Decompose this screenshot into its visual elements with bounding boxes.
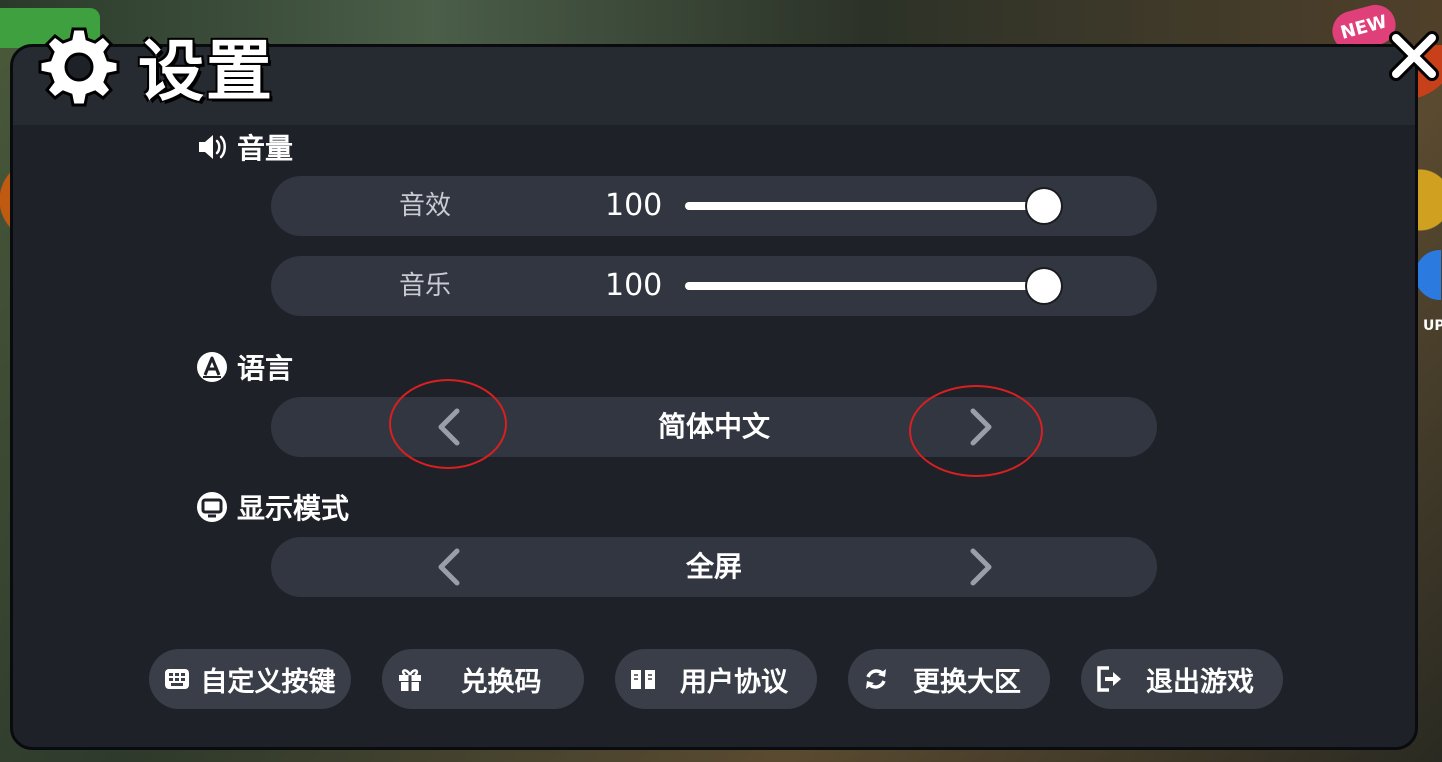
volume-label: 音量 bbox=[237, 132, 294, 165]
language-value: 简体中文 bbox=[657, 410, 770, 443]
background-up-text: UP bbox=[1423, 318, 1442, 334]
exit-game-label: 退出游戏 bbox=[1146, 666, 1254, 698]
music-label: 音乐 bbox=[399, 271, 452, 301]
display-mode-selector: 全屏 bbox=[271, 537, 1157, 597]
chevron-right-icon bbox=[970, 408, 992, 446]
sfx-slider-track[interactable] bbox=[685, 202, 1043, 210]
monitor-icon bbox=[197, 492, 227, 522]
change-region-button[interactable]: 更换大区 bbox=[848, 649, 1050, 709]
exit-game-button[interactable]: 退出游戏 bbox=[1081, 649, 1283, 709]
keyboard-icon bbox=[165, 669, 189, 689]
chevron-right-icon bbox=[970, 548, 992, 586]
gift-icon bbox=[399, 669, 421, 691]
custom-keys-button[interactable]: 自定义按键 bbox=[149, 649, 351, 709]
music-slider-track[interactable] bbox=[685, 282, 1043, 290]
sfx-slider-thumb[interactable] bbox=[1027, 189, 1061, 223]
dialog-title-bar: 设置 bbox=[38, 18, 274, 114]
language-next-button[interactable] bbox=[957, 405, 1001, 449]
display-mode-value: 全屏 bbox=[685, 550, 742, 583]
user-agreement-button[interactable]: 用户协议 bbox=[615, 649, 817, 709]
display-next-button[interactable] bbox=[957, 545, 1001, 589]
language-selector: 简体中文 bbox=[271, 397, 1157, 457]
speaker-icon bbox=[199, 135, 226, 159]
redeem-code-button[interactable]: 兑换码 bbox=[382, 649, 584, 709]
user-agreement-label: 用户协议 bbox=[680, 666, 788, 698]
exit-icon bbox=[1097, 666, 1121, 692]
page-title: 设置 bbox=[138, 33, 274, 110]
sfx-value: 100 bbox=[605, 188, 663, 223]
close-icon[interactable] bbox=[1388, 30, 1440, 82]
gear-icon bbox=[38, 27, 120, 107]
music-slider-thumb[interactable] bbox=[1027, 269, 1061, 303]
change-region-label: 更换大区 bbox=[913, 666, 1021, 698]
music-slider-row: 音乐 100 bbox=[271, 256, 1157, 316]
display-section-label: 显示模式 bbox=[195, 487, 349, 527]
language-icon bbox=[197, 352, 227, 382]
book-icon bbox=[631, 670, 655, 689]
refresh-icon bbox=[866, 669, 886, 689]
settings-dialog: 音量 音效 100 音乐 100 语言 简体中文 显示模式 全屏 自定义按键 兑… bbox=[10, 44, 1418, 750]
language-label: 语言 bbox=[237, 352, 294, 385]
display-label: 显示模式 bbox=[237, 492, 350, 525]
language-section-label: 语言 bbox=[195, 347, 293, 387]
music-value: 100 bbox=[605, 268, 663, 303]
sfx-label: 音效 bbox=[399, 191, 452, 221]
redeem-code-label: 兑换码 bbox=[460, 666, 542, 698]
custom-keys-label: 自定义按键 bbox=[200, 666, 336, 698]
volume-section-label: 音量 bbox=[195, 127, 293, 167]
sfx-slider-row: 音效 100 bbox=[271, 176, 1157, 236]
